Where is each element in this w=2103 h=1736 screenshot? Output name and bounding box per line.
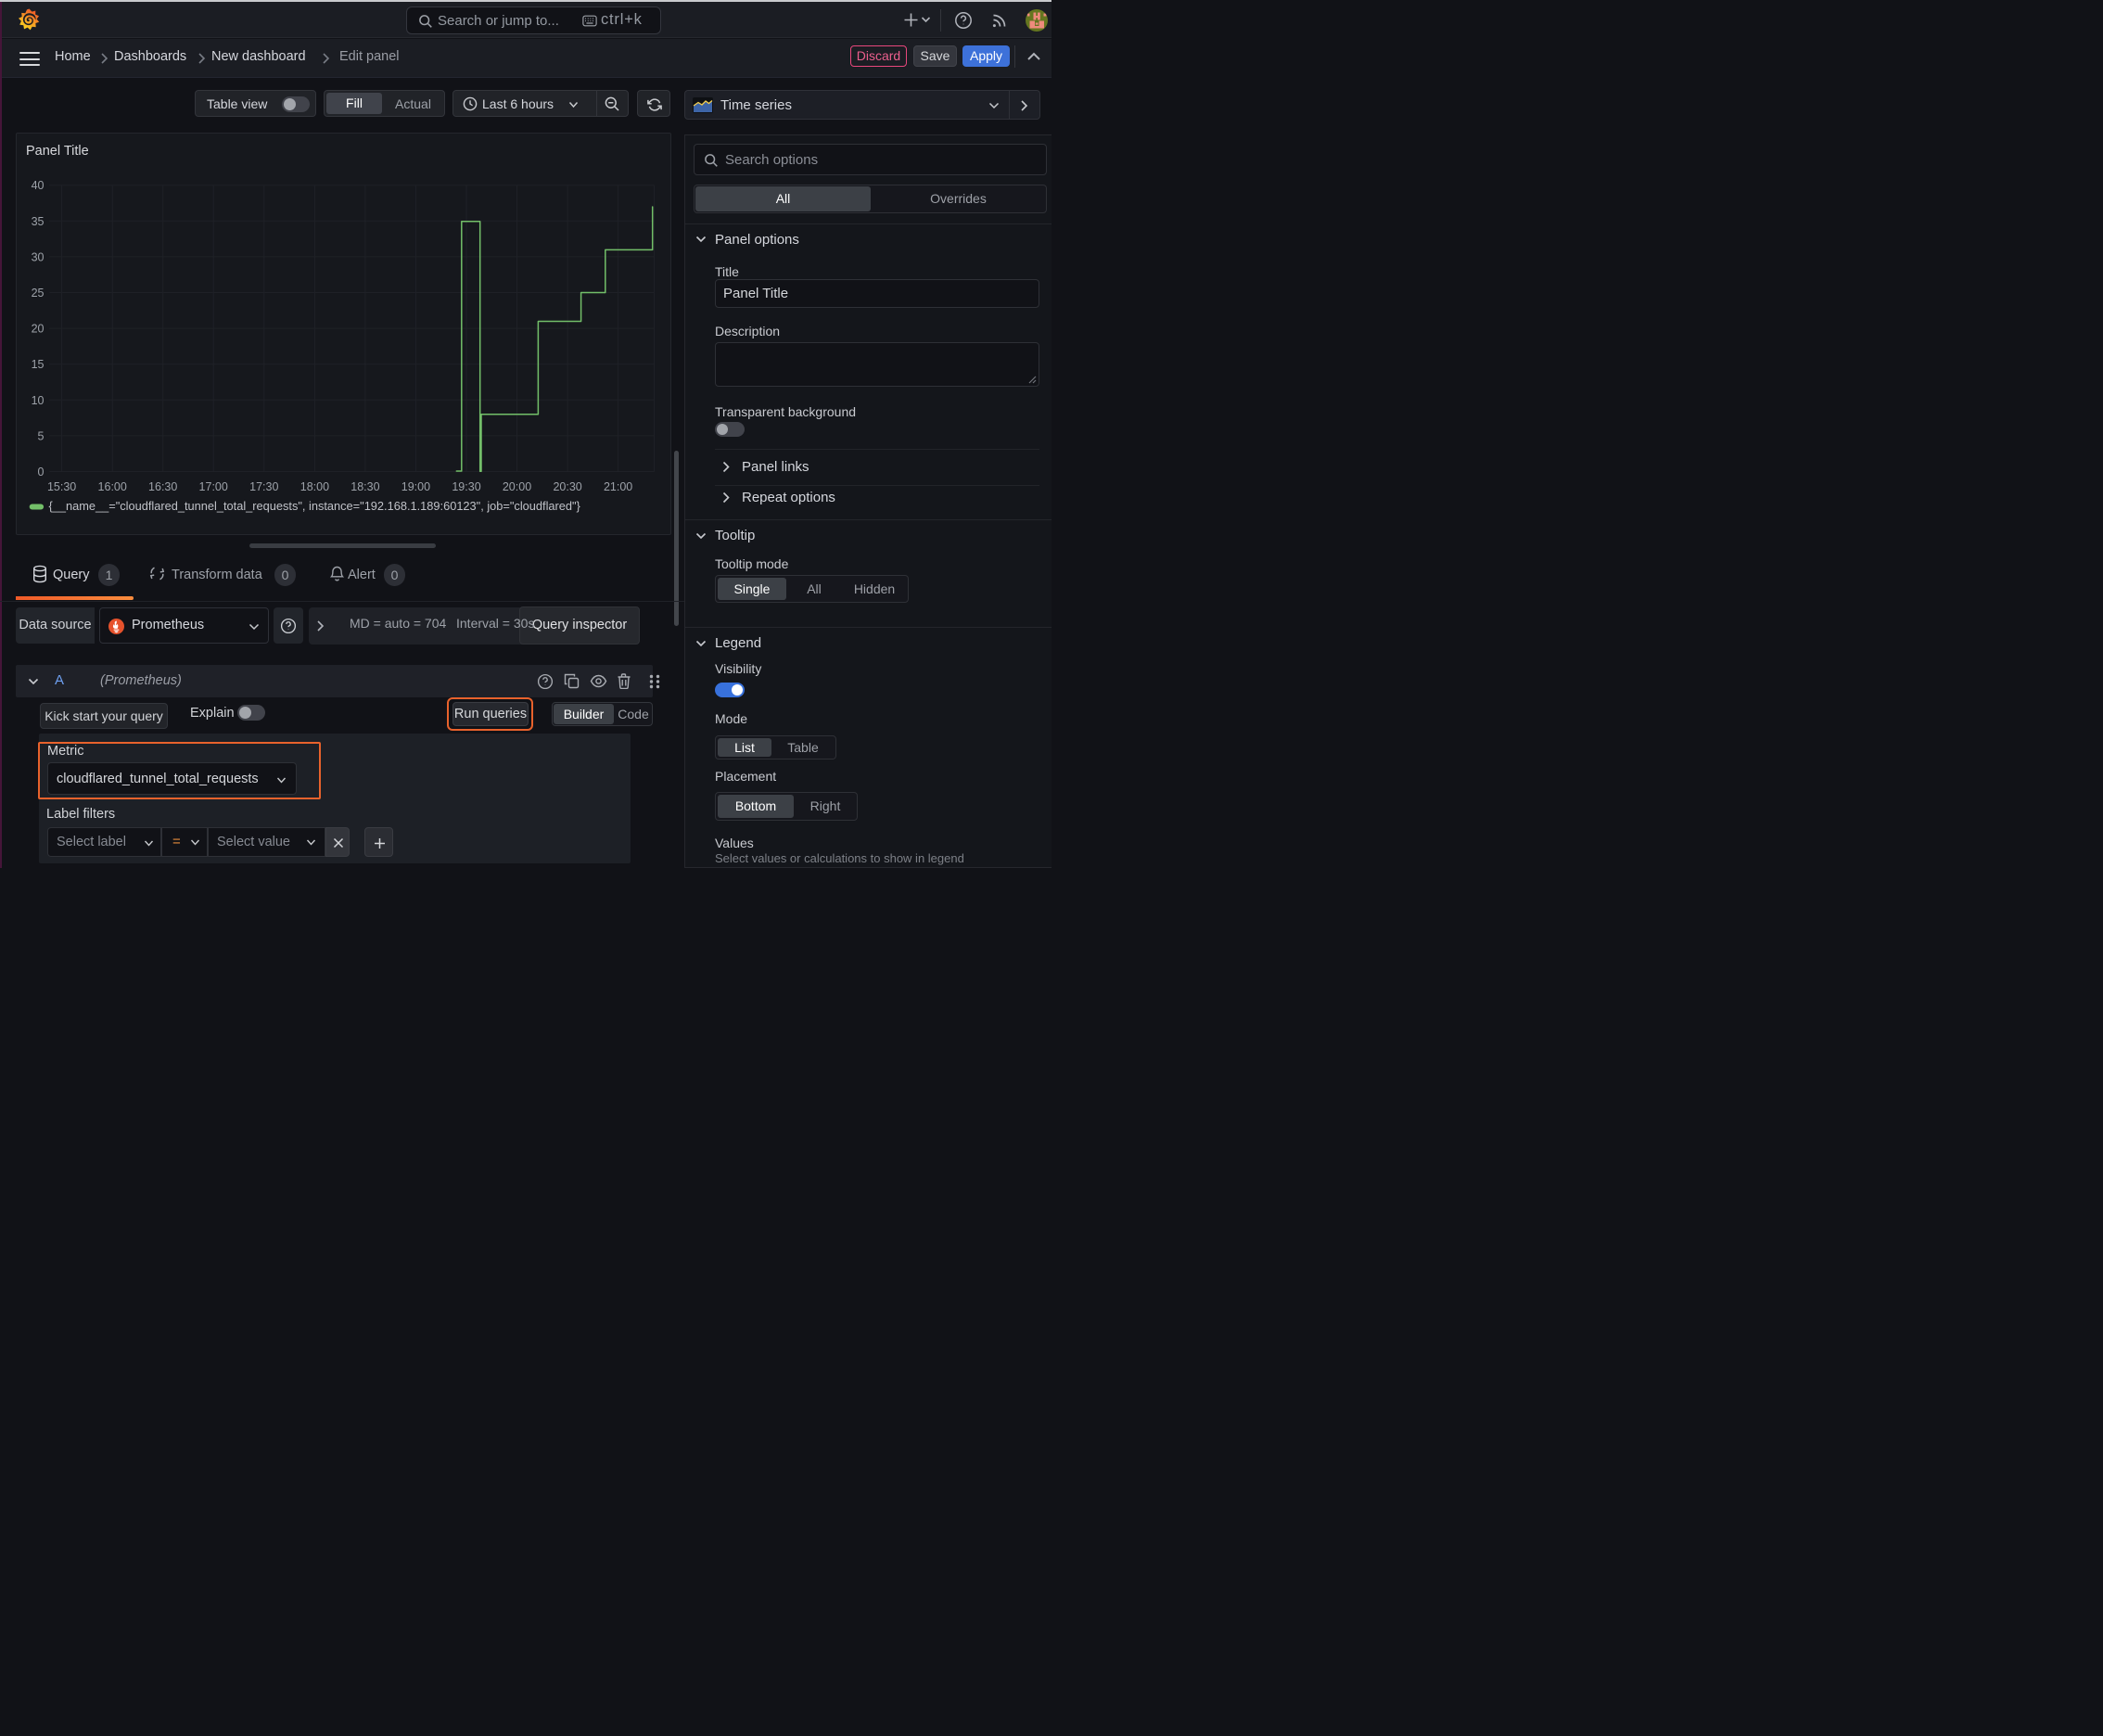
svg-text:15: 15	[32, 358, 45, 371]
svg-text:0: 0	[38, 466, 45, 479]
svg-text:18:00: 18:00	[300, 480, 329, 493]
svg-text:17:00: 17:00	[199, 480, 228, 493]
svg-text:17:30: 17:30	[249, 480, 278, 493]
svg-text:10: 10	[32, 394, 45, 407]
svg-text:20:00: 20:00	[503, 480, 531, 493]
svg-text:25: 25	[32, 287, 45, 300]
svg-text:35: 35	[32, 215, 45, 228]
svg-text:19:00: 19:00	[401, 480, 430, 493]
svg-text:21:00: 21:00	[604, 480, 632, 493]
svg-text:15:30: 15:30	[47, 480, 76, 493]
svg-text:19:30: 19:30	[452, 480, 480, 493]
svg-text:20: 20	[32, 323, 45, 336]
svg-text:18:30: 18:30	[350, 480, 379, 493]
svg-text:40: 40	[32, 179, 45, 192]
svg-text:16:00: 16:00	[98, 480, 127, 493]
svg-text:5: 5	[38, 429, 45, 442]
svg-text:{__name__="cloudflared_tunnel_: {__name__="cloudflared_tunnel_total_requ…	[49, 499, 581, 513]
svg-text:16:30: 16:30	[148, 480, 177, 493]
svg-text:20:30: 20:30	[553, 480, 581, 493]
svg-text:30: 30	[32, 250, 45, 263]
